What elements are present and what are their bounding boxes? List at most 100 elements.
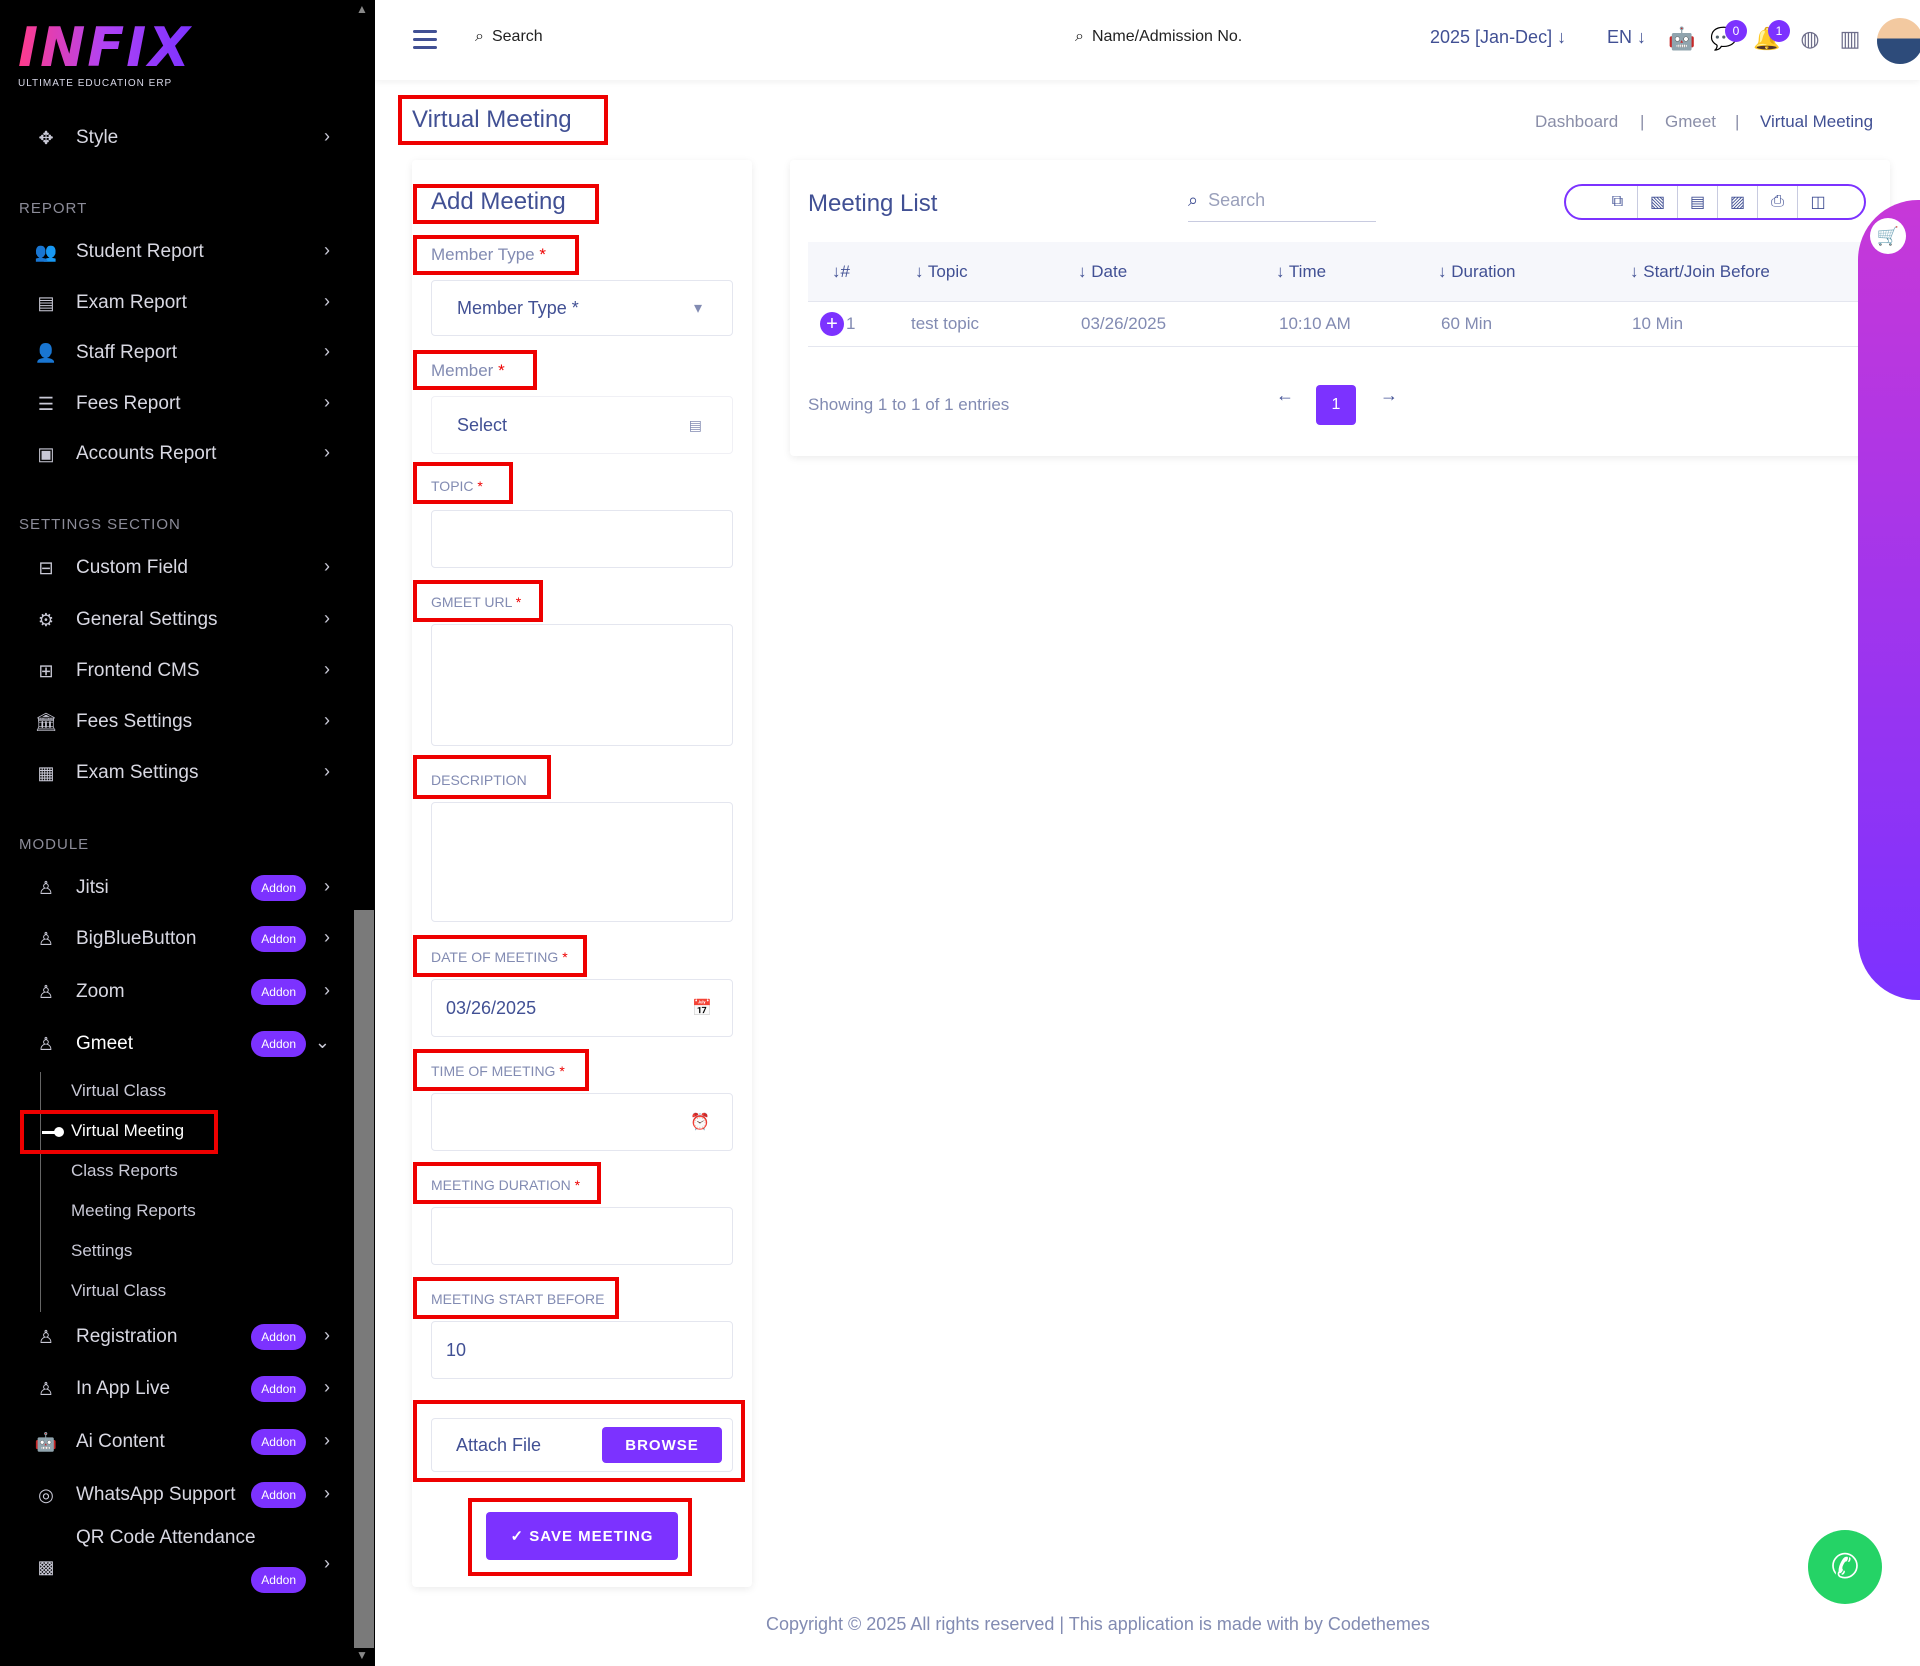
analytics-icon[interactable]: ▥ <box>1835 24 1865 54</box>
next-page-icon[interactable]: → <box>1380 385 1398 406</box>
sidebar-item-ai-content[interactable]: 🤖 Ai Content Addon › <box>34 1422 334 1462</box>
chevron-right-icon: › <box>324 710 330 730</box>
column-topic[interactable]: ↓ Topic <box>915 262 968 282</box>
time-input[interactable]: ⏰ <box>431 1093 733 1151</box>
gmeet-url-textarea[interactable] <box>431 624 733 746</box>
sidebar-item-zoom[interactable]: ♙ Zoom Addon › <box>34 972 334 1012</box>
avatar[interactable] <box>1877 18 1920 64</box>
description-textarea[interactable] <box>431 802 733 922</box>
date-input[interactable]: 03/26/2025 📅 <box>431 979 733 1037</box>
column-date[interactable]: ↓ Date <box>1078 262 1127 282</box>
sidebar-item-label: Exam Settings <box>76 762 199 783</box>
sort-icon: ↓ <box>915 262 924 281</box>
sidebar-item-whatsapp-support[interactable]: ◎ WhatsApp Support Addon › <box>34 1475 334 1515</box>
sidebar-item-general-settings[interactable]: ⚙ General Settings › <box>34 600 334 640</box>
list-title: Meeting List <box>808 190 938 217</box>
prev-page-icon[interactable]: ← <box>1276 385 1294 406</box>
scrollbar-thumb[interactable] <box>354 910 374 1648</box>
page-title: Virtual Meeting <box>412 106 572 133</box>
copy-icon[interactable]: ⧉ <box>1598 186 1638 218</box>
browse-button[interactable]: BROWSE <box>602 1427 722 1463</box>
section-report: REPORT <box>19 200 88 217</box>
save-meeting-button[interactable]: ✓ SAVE MEETING <box>486 1512 678 1560</box>
column-duration[interactable]: ↓ Duration <box>1438 262 1516 282</box>
sort-icon: ↓ <box>832 262 841 281</box>
sidebar-item-jitsi[interactable]: ♙ Jitsi Addon › <box>34 868 334 908</box>
sidebar-item-label: Gmeet <box>76 1033 134 1054</box>
side-panel-tab[interactable] <box>1858 200 1920 1000</box>
sidebar-item-style[interactable]: ✥ Style › <box>34 118 334 158</box>
submenu-virtual-class-2[interactable]: Virtual Class <box>71 1281 166 1301</box>
scroll-up-arrow[interactable]: ▲ <box>356 2 368 16</box>
chevron-right-icon: › <box>324 341 330 361</box>
csv-icon[interactable]: ▤ <box>1678 186 1718 218</box>
pdf-icon[interactable]: ▨ <box>1718 186 1758 218</box>
submenu-virtual-class[interactable]: Virtual Class <box>71 1081 166 1101</box>
robot-icon: 🤖 <box>34 1431 58 1452</box>
column-start-join[interactable]: ↓ Start/Join Before <box>1630 262 1770 282</box>
member-type-select[interactable]: Member Type * ▾ <box>431 280 733 336</box>
calendar-icon[interactable]: 📅 <box>692 998 712 1018</box>
chevron-right-icon: › <box>324 876 330 896</box>
addon-badge: Addon <box>251 979 306 1005</box>
scroll-down-arrow[interactable]: ▼ <box>356 1648 368 1662</box>
cart-icon[interactable]: 🛒 <box>1870 218 1906 254</box>
column-time[interactable]: ↓ Time <box>1276 262 1326 282</box>
user-gear-icon: 👤 <box>34 342 58 363</box>
admission-search[interactable]: ⌕ Name/Admission No. <box>1075 28 1242 46</box>
sidebar-item-label: Staff Report <box>76 342 178 363</box>
sidebar-item-gmeet[interactable]: ♙ Gmeet Addon ⌄ <box>34 1024 334 1064</box>
globe-icon[interactable]: ◍ <box>1795 24 1825 54</box>
column-num[interactable]: ↓# <box>832 262 850 282</box>
label-text: GMEET URL <box>431 594 512 610</box>
required-mark: * <box>539 245 546 264</box>
list-search-input[interactable]: ⌕ Search <box>1188 180 1376 222</box>
expand-row-icon[interactable]: + <box>820 312 844 336</box>
qr-code-icon: ▩ <box>37 1556 55 1577</box>
addon-badge: Addon <box>251 1324 306 1350</box>
sidebar-item-registration[interactable]: ♙ Registration Addon › <box>34 1317 334 1357</box>
duration-input[interactable] <box>431 1207 733 1265</box>
sort-icon: ↓ <box>1630 262 1639 281</box>
sidebar-item-label: Registration <box>76 1326 178 1347</box>
sidebar-item-fees-report[interactable]: ☰ Fees Report › <box>34 384 334 424</box>
sidebar-item-student-report[interactable]: 👥 Student Report › <box>34 232 334 272</box>
member-select[interactable]: Select ▤ <box>431 396 733 454</box>
breadcrumb-dashboard[interactable]: Dashboard <box>1535 112 1618 132</box>
sidebar-item-bigbluebutton[interactable]: ♙ BigBlueButton Addon › <box>34 919 334 959</box>
submenu-meeting-reports[interactable]: Meeting Reports <box>71 1201 196 1221</box>
footer-copyright: Copyright © 2025 All rights reserved | T… <box>766 1614 1430 1634</box>
sidebar-item-label: Style <box>76 127 119 148</box>
topic-input[interactable] <box>431 510 733 568</box>
submenu-class-reports[interactable]: Class Reports <box>71 1161 178 1181</box>
sidebar-item-in-app-live[interactable]: ♙ In App Live Addon › <box>34 1369 334 1409</box>
submenu-settings[interactable]: Settings <box>71 1241 132 1261</box>
whatsapp-chat-button[interactable]: ✆ <box>1808 1530 1882 1604</box>
page-button-current[interactable]: 1 <box>1316 385 1356 425</box>
sidebar-item-qr-code-attendance[interactable]: ▩ QR Code Attendance Addon › <box>34 1527 334 1603</box>
sidebar-item-exam-report[interactable]: ▤ Exam Report › <box>34 283 334 323</box>
cell-topic: test topic <box>911 314 980 333</box>
search-icon: ⌕ <box>1075 28 1084 45</box>
sidebar-item-staff-report[interactable]: 👤 Staff Report › <box>34 333 334 373</box>
hamburger-menu-icon[interactable] <box>413 30 437 49</box>
start-before-input[interactable]: 10 <box>431 1321 733 1379</box>
clock-icon[interactable]: ⏰ <box>690 1112 710 1132</box>
sidebar-item-custom-field[interactable]: ⊟ Custom Field › <box>34 548 334 588</box>
header-search[interactable]: ⌕ Search <box>475 28 543 46</box>
row-divider <box>808 346 1860 347</box>
breadcrumb-gmeet[interactable]: Gmeet <box>1665 112 1716 132</box>
year-value: 2025 [Jan-Dec] <box>1430 27 1553 47</box>
logo[interactable]: INFIX ULTIMATE EDUCATION ERP <box>18 20 192 90</box>
print-icon[interactable]: ⎙ <box>1758 186 1798 218</box>
language-select[interactable]: EN ↓ <box>1607 27 1646 48</box>
academic-year-select[interactable]: 2025 [Jan-Dec] ↓ <box>1430 27 1566 48</box>
sidebar-item-frontend-cms[interactable]: ⊞ Frontend CMS › <box>34 651 334 691</box>
columns-icon[interactable]: ◫ <box>1798 186 1838 218</box>
robot-icon[interactable]: 🤖 <box>1667 24 1697 54</box>
chevron-right-icon: › <box>324 556 330 576</box>
sidebar-item-fees-settings[interactable]: 🏛 Fees Settings › <box>34 702 334 742</box>
sidebar-item-accounts-report[interactable]: ▣ Accounts Report › <box>34 434 334 474</box>
sidebar-item-exam-settings[interactable]: ▦ Exam Settings › <box>34 753 334 793</box>
excel-icon[interactable]: ▧ <box>1638 186 1678 218</box>
